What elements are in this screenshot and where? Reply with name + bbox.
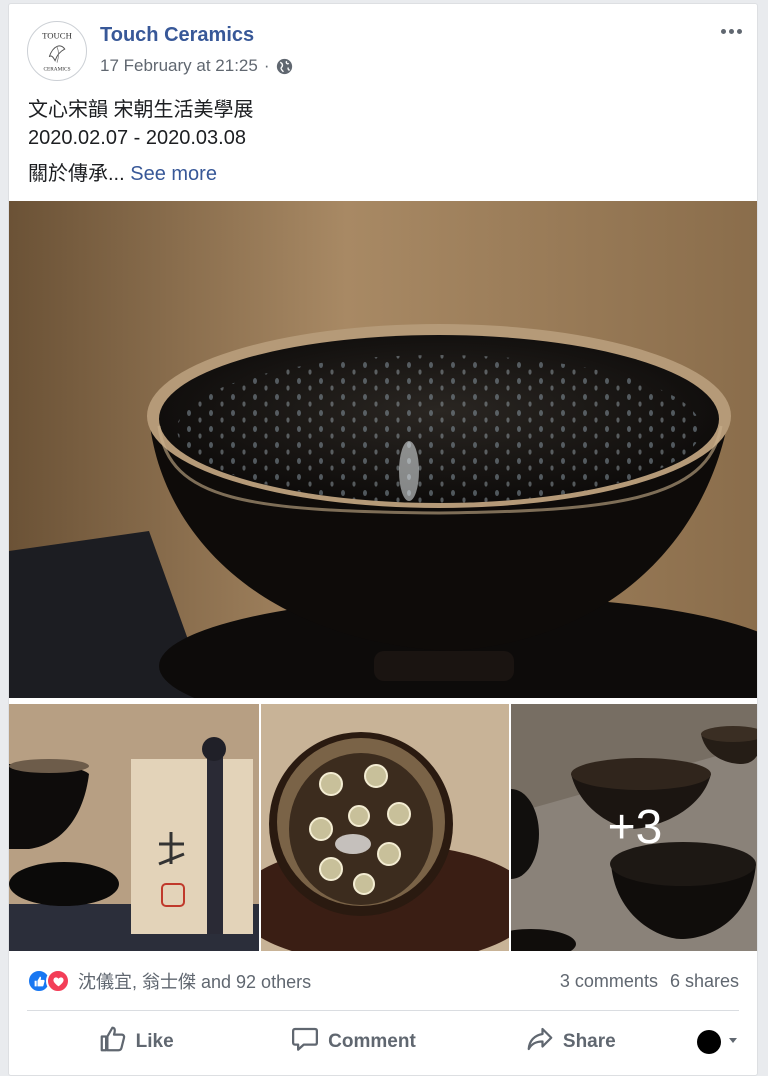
reaction-names[interactable]: 沈儀宜, 翁士傑 and 92 others xyxy=(78,968,311,994)
share-button[interactable]: Share xyxy=(462,1024,679,1060)
more-photos-count[interactable]: +3 xyxy=(511,704,757,951)
reaction-icons xyxy=(27,969,70,993)
love-icon xyxy=(46,969,70,993)
see-more-link[interactable]: See more xyxy=(130,163,217,185)
post-timestamp[interactable]: 17 February at 21:25 xyxy=(100,56,258,76)
thumbnail-photo-more[interactable]: +3 xyxy=(511,704,757,951)
reaction-profile-selector[interactable] xyxy=(679,1030,739,1054)
post-text-line: 關於傳承... See more xyxy=(28,160,254,188)
page-avatar[interactable]: TOUCH CERAMICS xyxy=(27,21,87,81)
reactions-summary[interactable]: 沈儀宜, 翁士傑 and 92 others xyxy=(27,968,311,994)
divider xyxy=(27,1010,739,1011)
touch-ceramics-logo: TOUCH CERAMICS xyxy=(28,22,86,80)
like-button[interactable]: Like xyxy=(27,1024,244,1060)
comments-count[interactable]: 3 comments xyxy=(560,971,658,992)
page-name-link[interactable]: Touch Ceramics xyxy=(100,24,254,47)
reactions-bar: 沈儀宜, 翁士傑 and 92 others 3 comments 6 shar… xyxy=(27,966,739,996)
post-text-line: 文心宋韻 宋朝生活美學展 xyxy=(28,99,254,121)
comment-label: Comment xyxy=(328,1031,416,1052)
post-actions: Like Comment Share xyxy=(27,1020,739,1064)
post-text-truncated: 關於傳承... xyxy=(28,163,125,185)
globe-icon[interactable] xyxy=(276,58,293,75)
more-options-icon[interactable] xyxy=(717,24,745,38)
share-label: Share xyxy=(562,1031,616,1052)
shares-count[interactable]: 6 shares xyxy=(670,971,739,992)
thumbs-up-icon xyxy=(98,1024,128,1060)
like-label: Like xyxy=(135,1031,174,1052)
profile-avatar xyxy=(696,1030,721,1054)
thumbnail-photo[interactable] xyxy=(9,704,259,951)
main-photo[interactable] xyxy=(9,201,757,698)
chevron-down-icon xyxy=(727,1033,739,1051)
svg-text:TOUCH: TOUCH xyxy=(42,30,72,40)
post-text: 文心宋韻 宋朝生活美學展 2020.02.07 - 2020.03.08 關於傳… xyxy=(28,96,254,188)
thumbnail-photo[interactable] xyxy=(261,704,509,951)
engagement-counts: 3 comments 6 shares xyxy=(560,971,739,992)
svg-text:CERAMICS: CERAMICS xyxy=(43,66,70,72)
share-arrow-icon xyxy=(525,1024,555,1060)
meta-separator: · xyxy=(263,56,270,75)
post-card: TOUCH CERAMICS Touch Ceramics 17 Februar… xyxy=(8,3,758,1076)
comment-button[interactable]: Comment xyxy=(244,1024,461,1060)
post-meta: 17 February at 21:25 · xyxy=(100,56,293,76)
comment-bubble-icon xyxy=(290,1024,320,1060)
post-text-line: 2020.02.07 - 2020.03.08 xyxy=(28,127,246,149)
